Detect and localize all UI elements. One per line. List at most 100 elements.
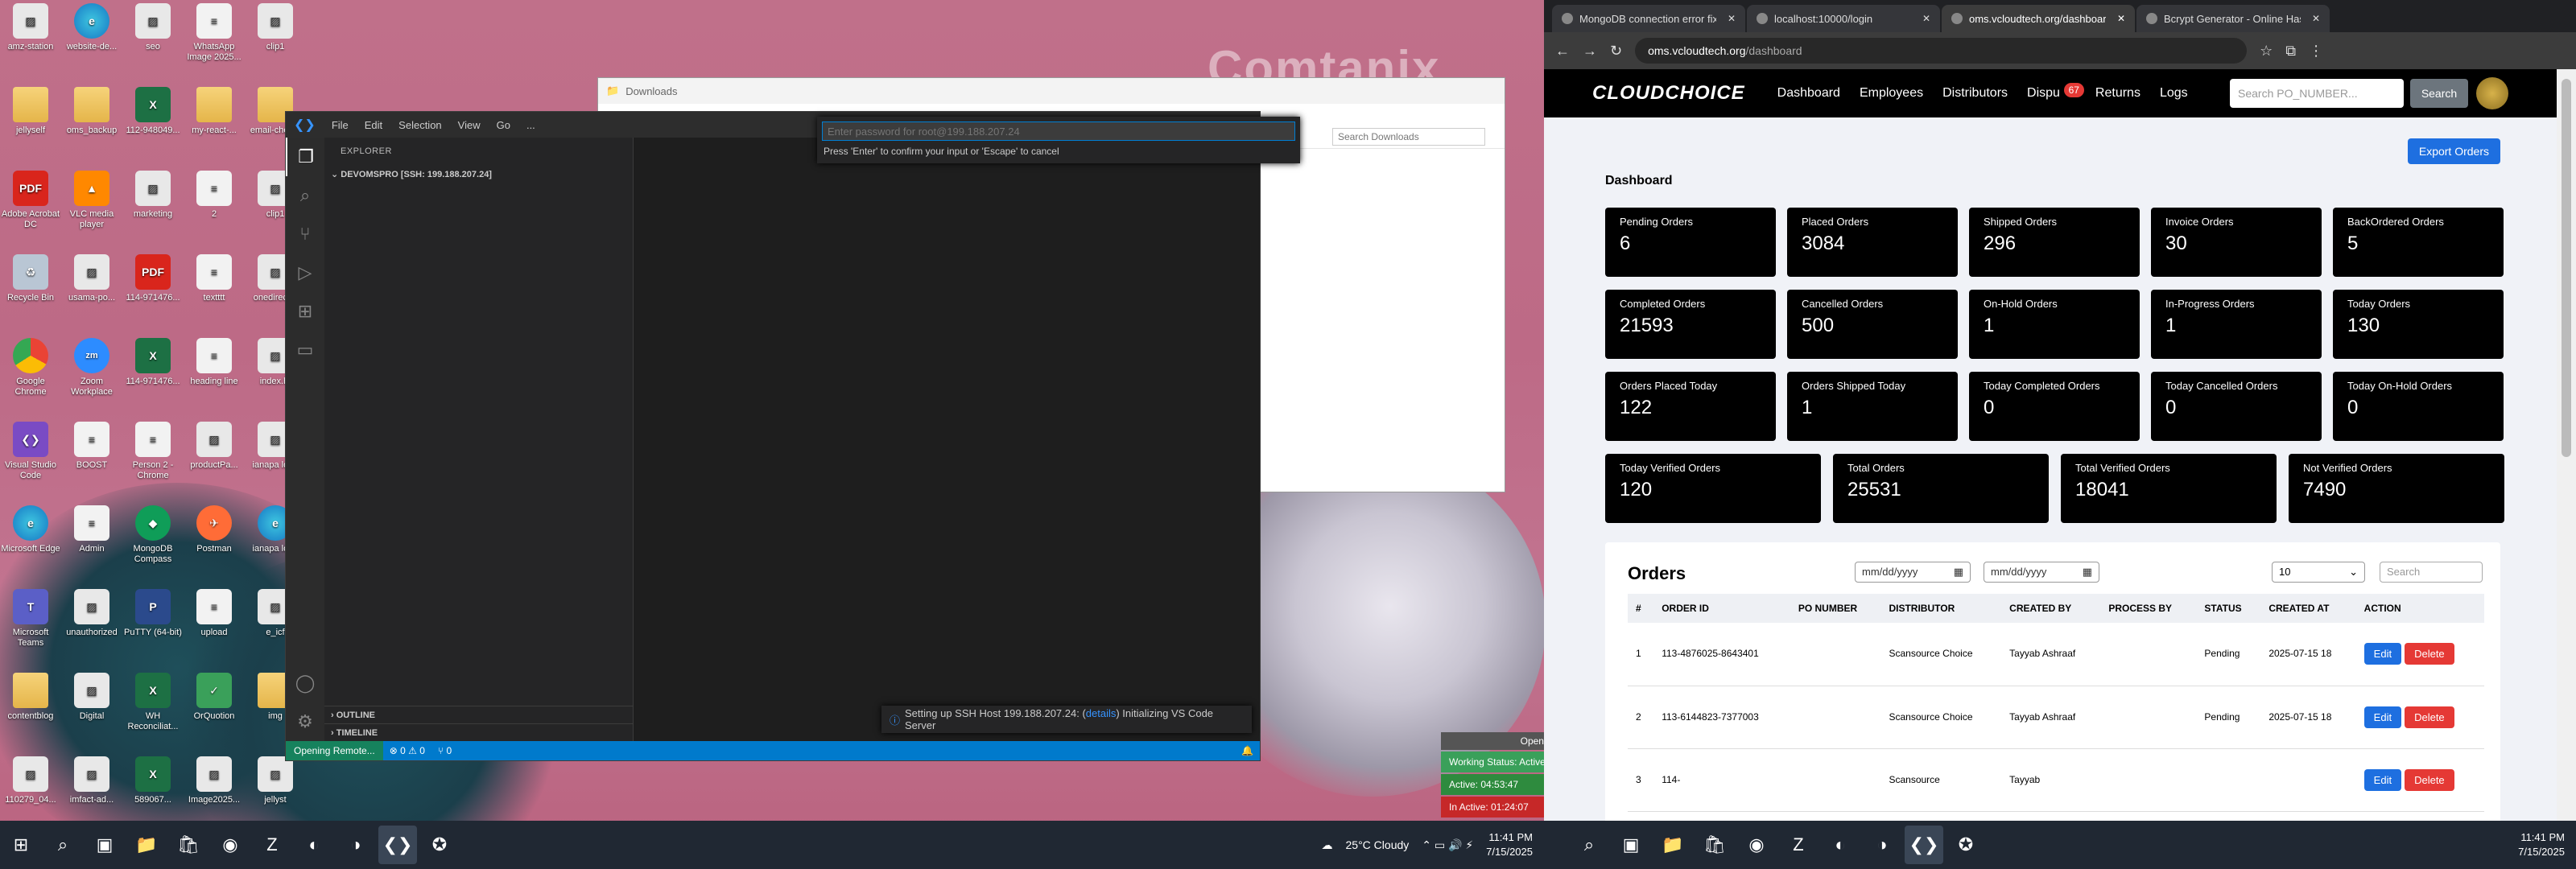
close-tab-icon[interactable]: ✕: [2312, 13, 2320, 24]
export-orders-button[interactable]: Export Orders: [2407, 138, 2500, 164]
desktop-icon[interactable]: X 114-971476...: [122, 338, 184, 387]
edge-taskbar-icon[interactable]: ◑: [1863, 826, 1901, 864]
task-view-icon[interactable]: ▣: [85, 826, 124, 864]
browser-tab[interactable]: MongoDB connection error fix ✕: [1552, 5, 1745, 32]
windows-start-icon[interactable]: ⊞: [2, 826, 40, 864]
file-explorer-taskbar-icon[interactable]: 📁: [127, 826, 166, 864]
desktop-icon[interactable]: PDF Adobe Acrobat DC: [0, 171, 61, 230]
desktop-icon[interactable]: ▨ jellyst: [245, 756, 306, 805]
run-debug-icon[interactable]: ▷: [286, 253, 324, 292]
open-app-button[interactable]: Open App: [1441, 732, 1544, 750]
edit-button[interactable]: Edit: [2363, 643, 2402, 665]
notification-toast[interactable]: ⓘ Setting up SSH Host 199.188.207.24: (d…: [881, 706, 1252, 733]
desktop-icon[interactable]: oms_backup: [61, 87, 122, 136]
clock[interactable]: 11:41 PM 7/15/2025: [2518, 830, 2565, 859]
table-row[interactable]: 1 113-4876025-8643401 Scansource Choice Tay…: [1628, 623, 2484, 686]
edit-button[interactable]: Edit: [2363, 706, 2402, 728]
chrome-taskbar-icon[interactable]: ◉: [211, 826, 250, 864]
settings-gear-icon[interactable]: ⚙: [286, 702, 324, 741]
extensions-icon[interactable]: ⊞: [286, 292, 324, 331]
desktop-icon[interactable]: X 112-948049...: [122, 87, 184, 136]
desktop-icon[interactable]: Google Chrome: [0, 338, 61, 397]
delete-button[interactable]: Delete: [2405, 706, 2454, 728]
problems-status[interactable]: ⊗ 0 ⚠ 0: [383, 745, 431, 756]
nav-employees[interactable]: Employees: [1860, 86, 1923, 101]
po-search-input[interactable]: Search PO_NUMBER...: [2230, 79, 2404, 108]
desktop-icon[interactable]: T Microsoft Teams: [0, 589, 61, 649]
remote-explorer-icon[interactable]: ▭: [286, 331, 324, 369]
desktop-icon[interactable]: ✓ OrQuotion: [184, 673, 245, 722]
desktop-icon[interactable]: jellyself: [0, 87, 61, 136]
desktop-icon[interactable]: contentblog: [0, 673, 61, 722]
desktop-icon[interactable]: zm Zoom Workplace: [61, 338, 122, 397]
edit-button[interactable]: Edit: [2363, 768, 2402, 791]
close-tab-icon[interactable]: ✕: [1922, 13, 1930, 24]
source-control-icon[interactable]: ⑂: [286, 215, 324, 253]
menu-view[interactable]: View: [450, 119, 489, 131]
app-taskbar-icon[interactable]: ◐: [1821, 826, 1860, 864]
desktop-icon[interactable]: ▲ VLC media player: [61, 171, 122, 230]
desktop-icon[interactable]: ▨ usama-po...: [61, 254, 122, 303]
page-size-select[interactable]: 10 ⌄: [2272, 562, 2365, 583]
desktop-icon[interactable]: ≡ WhatsApp Image 2025...: [184, 3, 245, 63]
address-bar[interactable]: oms.vcloudtech.org/dashboard: [1635, 38, 2248, 64]
desktop-icon[interactable]: P PuTTY (64-bit): [122, 589, 184, 638]
star-icon[interactable]: ☆: [2260, 43, 2273, 60]
vscode-taskbar-icon[interactable]: ❮❯: [1905, 826, 1943, 864]
desktop-icon[interactable]: X WH Reconciliat...: [122, 673, 184, 732]
desktop-icon[interactable]: ≡ BOOST: [61, 422, 122, 471]
delete-button[interactable]: Delete: [2405, 643, 2454, 665]
bell-icon[interactable]: 🔔: [1235, 745, 1260, 756]
outline-section[interactable]: › OUTLINE: [324, 706, 633, 723]
postman-taskbar-icon[interactable]: ✪: [1946, 826, 1985, 864]
page-scrollbar[interactable]: [2557, 69, 2576, 821]
desktop-icon[interactable]: e Microsoft Edge: [0, 505, 61, 554]
browser-tab[interactable]: oms.vcloudtech.org/dashboard ✕: [1942, 5, 2135, 32]
menu-more[interactable]: ...: [518, 119, 543, 131]
nav-distributors[interactable]: Distributors: [1942, 86, 2008, 101]
explorer-search-input[interactable]: Search Downloads: [1332, 128, 1485, 146]
end-date-input[interactable]: mm/dd/yyyy ▦: [1984, 562, 2099, 583]
desktop-icon[interactable]: ◆ MongoDB Compass: [122, 505, 184, 565]
store-icon[interactable]: 🛍: [169, 826, 208, 864]
desktop-icon[interactable]: ▨ unauthorized: [61, 589, 122, 638]
forward-icon[interactable]: →: [1583, 43, 1597, 60]
desktop-icon[interactable]: ▨ imfact-ad...: [61, 756, 122, 805]
vscode-taskbar-icon[interactable]: ❮❯: [378, 826, 417, 864]
nav-dashboard[interactable]: Dashboard: [1777, 86, 1840, 101]
close-tab-icon[interactable]: ✕: [1728, 13, 1736, 24]
tray-icons[interactable]: ⌃ ▭ 🔊 ⚡: [1422, 838, 1473, 852]
zoom-taskbar-icon[interactable]: Z: [1779, 826, 1818, 864]
account-icon[interactable]: ◯: [286, 664, 324, 702]
app-taskbar-icon[interactable]: ◐: [295, 826, 333, 864]
scrollbar-thumb[interactable]: [2562, 79, 2571, 457]
search-icon[interactable]: ⌕: [1570, 826, 1608, 864]
desktop-icon[interactable]: ✈ Postman: [184, 505, 245, 554]
menu-go[interactable]: Go: [489, 119, 518, 131]
password-quick-input[interactable]: Press 'Enter' to confirm your input or '…: [817, 117, 1300, 163]
desktop-icon[interactable]: ▨ Image2025...: [184, 756, 245, 805]
app-logo[interactable]: CLOUDCHOICE: [1592, 82, 1745, 105]
start-date-input[interactable]: mm/dd/yyyy ▦: [1855, 562, 1971, 583]
reload-icon[interactable]: ↻: [1610, 43, 1622, 60]
menu-dots-icon[interactable]: ⋮: [2309, 43, 2323, 60]
nav-disputes[interactable]: Dispu 67: [2027, 83, 2084, 101]
nav-returns[interactable]: Returns: [2095, 86, 2140, 101]
desktop-icon[interactable]: ▨ marketing: [122, 171, 184, 220]
close-tab-icon[interactable]: ✕: [2117, 13, 2125, 24]
desktop-icon[interactable]: ▨ clip1: [245, 3, 306, 52]
avatar[interactable]: [2476, 77, 2508, 109]
details-link[interactable]: details: [1086, 707, 1117, 719]
desktop-icon[interactable]: ≡ heading line: [184, 338, 245, 387]
desktop-icon[interactable]: ≡ Person 2 - Chrome: [122, 422, 184, 481]
explorer-icon[interactable]: ❐: [286, 138, 324, 176]
desktop-icon[interactable]: ▨ productPa...: [184, 422, 245, 471]
edge-taskbar-icon[interactable]: ◑: [336, 826, 375, 864]
explorer-titlebar[interactable]: 📁 Downloads: [598, 78, 1505, 104]
desktop-icon[interactable]: e website-de...: [61, 3, 122, 52]
task-view-icon[interactable]: ▣: [1612, 826, 1650, 864]
delete-button[interactable]: Delete: [2405, 768, 2454, 791]
timeline-section[interactable]: › TIMELINE: [324, 723, 633, 741]
back-icon[interactable]: ←: [1555, 43, 1570, 60]
desktop-icon[interactable]: ▨ Digital: [61, 673, 122, 722]
